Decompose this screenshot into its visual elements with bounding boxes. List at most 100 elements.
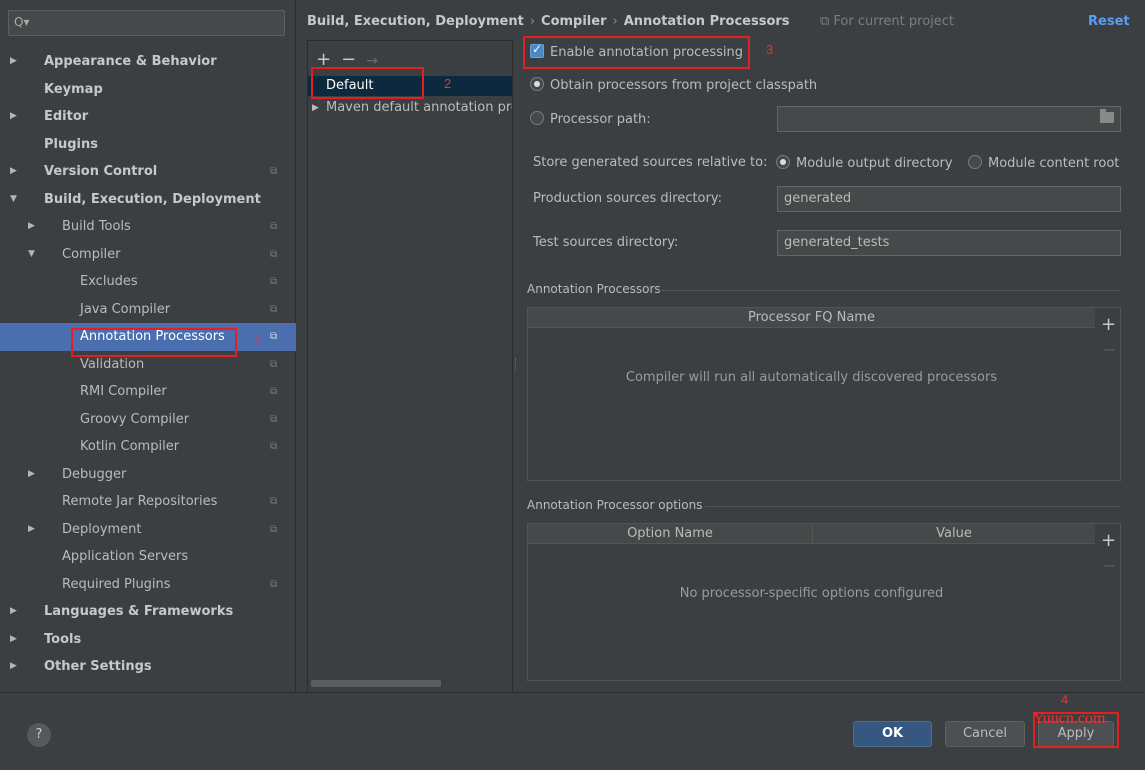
obtain-from-classpath-label: Obtain processors from project classpath <box>550 78 818 93</box>
processor-fq-name-header[interactable]: Processor FQ Name <box>528 308 1095 328</box>
annotation-number-1: 1 <box>254 334 262 349</box>
search-icon: Q▾ <box>14 15 30 29</box>
checkbox-checked-icon[interactable] <box>530 42 544 58</box>
sidebar-item-label: Groovy Compiler <box>80 411 190 427</box>
sidebar-item[interactable]: ▶ Other Settings <box>0 653 296 681</box>
annotation-processors-section: Annotation Processors <box>527 282 1121 296</box>
help-button[interactable]: ? <box>27 723 51 747</box>
project-scope-icon: ⧉ <box>270 578 278 590</box>
module-output-label: Module output directory <box>796 156 953 171</box>
collapsed-arrow-icon[interactable]: ▶ <box>28 461 40 489</box>
sidebar-item-label: Remote Jar Repositories <box>62 494 218 509</box>
sidebar-item[interactable]: ▶ Deployment ⧉ <box>0 516 296 544</box>
obtain-from-classpath-radio[interactable]: Obtain processors from project classpath <box>530 77 817 93</box>
sidebar-item[interactable]: ▼ Build, Execution, Deployment <box>0 186 296 214</box>
sidebar-item[interactable]: Groovy Compiler ⧉ <box>0 406 296 434</box>
option-name-header[interactable]: Option Name <box>528 524 813 544</box>
sidebar-item[interactable]: RMI Compiler ⧉ <box>0 378 296 406</box>
sidebar-item[interactable]: ▶ Appearance & Behavior <box>0 48 296 76</box>
sidebar-item[interactable]: Excludes ⧉ <box>0 268 296 296</box>
add-processor-button[interactable]: + <box>1101 314 1116 335</box>
processor-path-radio[interactable]: Processor path: <box>530 111 651 127</box>
radio-selected-icon[interactable] <box>776 155 790 169</box>
project-scope-icon: ⧉ <box>270 303 278 315</box>
remove-processor-button[interactable]: − <box>1103 340 1116 359</box>
horizontal-scrollbar[interactable] <box>311 680 441 687</box>
collapsed-arrow-icon[interactable]: ▶ <box>10 626 22 654</box>
processor-options-section: Annotation Processor options <box>527 498 1121 512</box>
breadcrumb-part[interactable]: Build, Execution, Deployment <box>307 14 524 29</box>
project-scope-icon: ⧉ <box>270 413 278 425</box>
add-option-button[interactable]: + <box>1101 530 1116 551</box>
breadcrumb-part[interactable]: Compiler <box>541 14 606 29</box>
processor-path-field[interactable] <box>777 106 1121 132</box>
collapsed-arrow-icon[interactable]: ▶ <box>10 598 22 626</box>
expand-arrow-icon[interactable]: ▶ <box>312 98 319 118</box>
sidebar-item[interactable]: ▶ Editor <box>0 103 296 131</box>
collapsed-arrow-icon[interactable]: ▶ <box>10 48 22 76</box>
radio-unselected-icon[interactable] <box>968 155 982 169</box>
dialog-footer: ? OK Cancel Apply <box>0 692 1145 770</box>
sidebar-item-label: Compiler <box>62 246 121 262</box>
expanded-arrow-icon[interactable]: ▼ <box>28 241 40 269</box>
collapsed-arrow-icon[interactable]: ▶ <box>28 213 40 241</box>
sidebar-item-label: Annotation Processors <box>80 329 225 344</box>
splitter-handle[interactable] <box>515 358 517 370</box>
profile-item-maven[interactable]: ▶ Maven default annotation processors pr… <box>308 98 512 118</box>
module-output-radio[interactable]: Module output directory <box>776 155 953 171</box>
sidebar-item[interactable]: ▶ Build Tools ⧉ <box>0 213 296 241</box>
sidebar-item[interactable]: Java Compiler ⧉ <box>0 296 296 324</box>
section-divider <box>659 290 1121 291</box>
remove-profile-button[interactable]: − <box>341 49 356 70</box>
sidebar-item-label: Excludes <box>80 274 138 289</box>
reset-link[interactable]: Reset <box>1088 14 1130 29</box>
sidebar-item[interactable]: ▼ Compiler ⧉ <box>0 241 296 269</box>
collapsed-arrow-icon[interactable]: ▶ <box>28 516 40 544</box>
test-sources-field[interactable]: generated_tests <box>777 230 1121 256</box>
store-generated-label: Store generated sources relative to: <box>533 155 768 170</box>
collapsed-arrow-icon[interactable]: ▶ <box>10 653 22 681</box>
cancel-button[interactable]: Cancel <box>945 721 1025 747</box>
watermark-text: Yuucn.com <box>1033 710 1106 727</box>
project-scope-icon: ⧉ <box>270 166 278 177</box>
remove-option-button[interactable]: − <box>1103 556 1116 575</box>
radio-unselected-icon[interactable] <box>530 111 544 125</box>
sidebar-item[interactable]: Application Servers <box>0 543 296 571</box>
sidebar-item-label: Deployment <box>62 521 142 537</box>
sidebar-item[interactable]: Required Plugins ⧉ <box>0 571 296 599</box>
project-scope-icon: ⧉ <box>270 331 278 342</box>
production-sources-value: generated <box>784 191 852 206</box>
sidebar-item[interactable]: Plugins <box>0 131 296 159</box>
production-sources-field[interactable]: generated <box>777 186 1121 212</box>
expanded-arrow-icon[interactable]: ▼ <box>10 186 22 214</box>
module-content-radio[interactable]: Module content root <box>968 155 1119 171</box>
sidebar-item-label: Editor <box>44 109 89 124</box>
sidebar-item[interactable]: Validation ⧉ <box>0 351 296 379</box>
radio-selected-icon[interactable] <box>530 77 544 91</box>
ok-button[interactable]: OK <box>853 721 932 747</box>
sidebar-item[interactable]: Keymap <box>0 76 296 104</box>
test-sources-value: generated_tests <box>784 235 890 250</box>
search-input[interactable]: Q▾ <box>8 10 285 36</box>
move-profile-button[interactable]: → <box>366 53 378 69</box>
sidebar-item[interactable]: ▶ Version Control ⧉ <box>0 158 296 186</box>
project-scope-icon: ⧉ <box>270 441 278 452</box>
value-header[interactable]: Value <box>813 524 1095 544</box>
add-profile-button[interactable]: + <box>316 49 331 70</box>
profile-label: Default <box>326 78 374 93</box>
collapsed-arrow-icon[interactable]: ▶ <box>10 103 22 131</box>
sidebar-item[interactable]: Annotation Processors ⧉ <box>0 323 296 351</box>
sidebar-item[interactable]: Remote Jar Repositories ⧉ <box>0 488 296 516</box>
enable-annotation-processing-checkbox[interactable]: Enable annotation processing <box>530 42 743 60</box>
sidebar-item-label: Validation <box>80 356 145 372</box>
sidebar-item-label: Debugger <box>62 466 127 482</box>
sidebar-item[interactable]: ▶ Tools <box>0 626 296 654</box>
annotation-number-3: 3 <box>766 42 774 57</box>
sidebar-item[interactable]: Kotlin Compiler ⧉ <box>0 433 296 461</box>
collapsed-arrow-icon[interactable]: ▶ <box>10 158 22 186</box>
project-scope-icon: ⧉ <box>270 386 278 397</box>
sidebar-item[interactable]: ▶ Debugger <box>0 461 296 489</box>
sidebar-item[interactable]: ▶ Languages & Frameworks <box>0 598 296 626</box>
folder-icon[interactable] <box>1100 109 1114 123</box>
profile-item-default[interactable]: Default <box>308 76 512 96</box>
